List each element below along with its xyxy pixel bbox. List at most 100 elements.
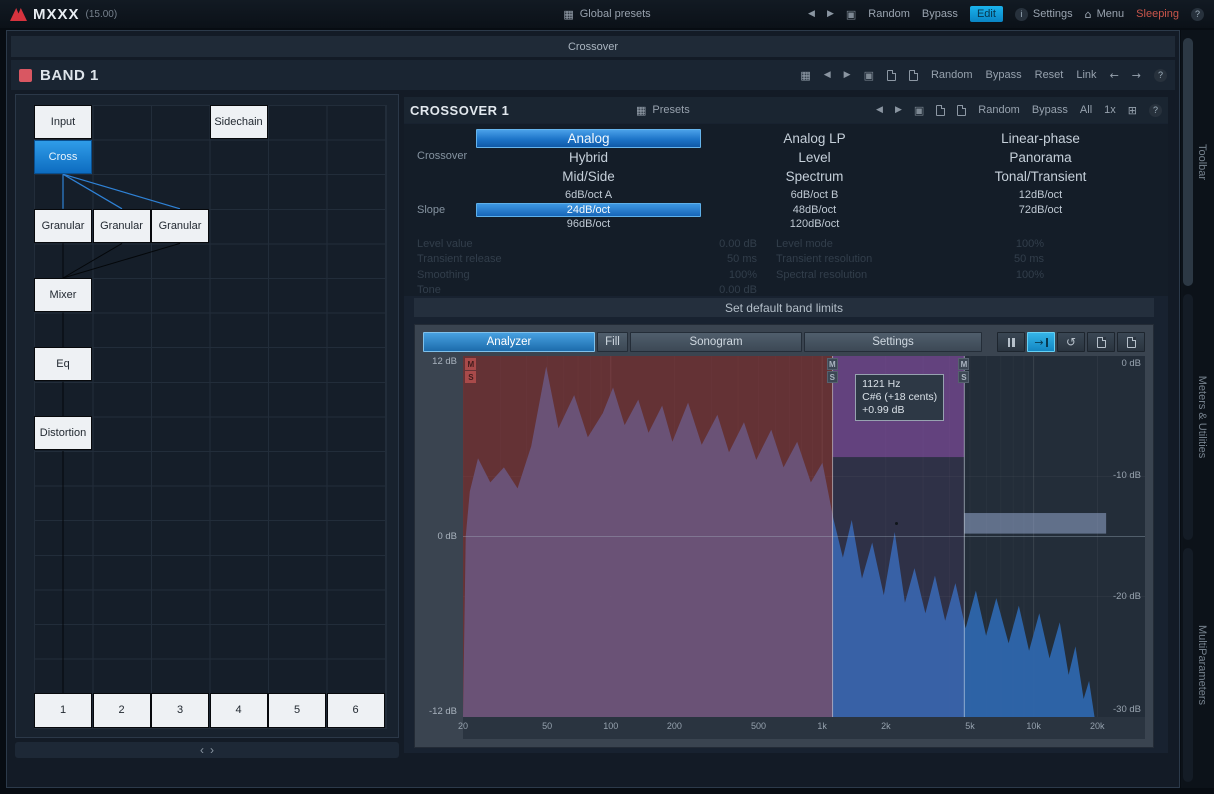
rail-tab-toolbar[interactable]: Toolbar (1181, 36, 1214, 288)
grid-icon: ▦ (636, 104, 646, 117)
rail-tab-multiparameters[interactable]: MultiParameters (1181, 546, 1214, 784)
set-default-band-limits-button[interactable]: Set default band limits (414, 298, 1154, 317)
band-slot-2[interactable]: 2 (93, 693, 151, 728)
band-next-preset-button[interactable]: ▶ (844, 70, 851, 80)
scroll-right-icon[interactable]: › (210, 743, 214, 757)
disabled-params-left: Level value 0.00 dB Transient release 50… (417, 236, 757, 298)
node-granular-1[interactable]: Granular (34, 209, 92, 243)
crossover-type-spectrum[interactable]: Spectrum (700, 167, 929, 186)
xo-help-button[interactable]: ? (1149, 104, 1162, 117)
node-distortion[interactable]: Distortion (34, 416, 92, 450)
band-link-button[interactable]: Link (1076, 69, 1096, 81)
menu-button[interactable]: ⌂ Menu (1085, 8, 1125, 21)
pause-button[interactable] (997, 332, 1025, 352)
reset-analysis-button[interactable]: ↺ (1057, 332, 1085, 352)
x-tick-label: 500 (751, 721, 766, 731)
band-slot-3[interactable]: 3 (151, 693, 209, 728)
band-presets-grid-icon[interactable]: ▦ (800, 69, 810, 82)
crossover-type-hybrid[interactable]: Hybrid (474, 148, 703, 167)
band-bypass-button[interactable]: Bypass (986, 69, 1022, 81)
slope-12[interactable]: 12dB/oct (926, 188, 1155, 203)
xo-all-button[interactable]: All (1080, 104, 1092, 116)
slope-6a[interactable]: 6dB/oct A (474, 188, 703, 203)
node-cross[interactable]: Cross (34, 140, 92, 174)
xo-next-preset-button[interactable]: ▶ (895, 105, 902, 115)
scroll-left-icon[interactable]: ‹ (200, 743, 204, 757)
band-ab-compare-icon[interactable]: ▣ (864, 69, 874, 82)
band-slot-5[interactable]: 5 (268, 693, 326, 728)
rail-scrollbar[interactable] (1183, 548, 1193, 782)
xo-prev-preset-button[interactable]: ◀ (876, 105, 883, 115)
ab-compare-icon[interactable]: ▣ (846, 8, 856, 21)
slope-6b[interactable]: 6dB/oct B (700, 188, 929, 203)
spectrum-plot[interactable]: 0 dB -10 dB -20 dB -30 dB MSMSMS 1121 Hz… (463, 356, 1145, 717)
routing-grid[interactable]: Input Sidechain Cross Granular Granular … (34, 105, 387, 729)
crossover-strip[interactable]: Crossover (11, 36, 1175, 57)
redo-button[interactable]: → (1132, 69, 1141, 82)
crossover-type-midside[interactable]: Mid/Side (474, 167, 703, 186)
band-slot-1[interactable]: 1 (34, 693, 92, 728)
crossover-type-analog[interactable]: Analog (476, 129, 701, 148)
band-reset-button[interactable]: Reset (1035, 69, 1064, 81)
crossover-presets-button[interactable]: ▦ Presets (636, 104, 690, 117)
grid-icon: ▦ (563, 8, 573, 21)
param-smoothing: Smoothing 100% (417, 267, 757, 283)
rail-scrollbar[interactable] (1183, 38, 1193, 286)
crossover-type-level[interactable]: Level (700, 148, 929, 167)
rail-tab-meters-utilities[interactable]: Meters & Utilities (1181, 292, 1214, 542)
slope-24[interactable]: 24dB/oct (476, 203, 701, 218)
slope-120[interactable]: 120dB/oct (700, 217, 929, 232)
bypass-button[interactable]: Bypass (922, 8, 958, 20)
detach-icon[interactable]: ⊞ (1128, 104, 1137, 117)
prev-preset-button[interactable]: ◀ (808, 9, 815, 19)
node-mixer[interactable]: Mixer (34, 278, 92, 312)
settings-button[interactable]: i Settings (1015, 8, 1073, 21)
band-copy-icon[interactable] (887, 70, 896, 81)
global-presets-button[interactable]: ▦ Global presets (563, 8, 650, 21)
band-slot-6[interactable]: 6 (327, 693, 385, 728)
help-button[interactable]: ? (1191, 8, 1204, 21)
xo-random-button[interactable]: Random (978, 104, 1020, 116)
node-eq[interactable]: Eq (34, 347, 92, 381)
rail-scrollbar[interactable] (1183, 294, 1193, 540)
xo-ab-compare-icon[interactable]: ▣ (914, 104, 924, 117)
routing-scrollbar[interactable]: ‹ › (15, 742, 399, 758)
xo-multiplier-button[interactable]: 1x (1104, 104, 1116, 116)
xo-copy-icon[interactable] (936, 105, 945, 116)
x-tick-label: 2k (881, 721, 891, 731)
tab-settings[interactable]: Settings (804, 332, 982, 352)
slope-48[interactable]: 48dB/oct (700, 203, 929, 218)
band-random-button[interactable]: Random (931, 69, 973, 81)
band-help-button[interactable]: ? (1154, 69, 1167, 82)
tab-sonogram[interactable]: Sonogram (630, 332, 802, 352)
edit-button[interactable]: Edit (970, 6, 1003, 22)
next-preset-button[interactable]: ▶ (827, 9, 834, 19)
random-button[interactable]: Random (868, 8, 910, 20)
tab-analyzer[interactable]: Analyzer (423, 332, 595, 352)
node-granular-2[interactable]: Granular (93, 209, 151, 243)
node-granular-3[interactable]: Granular (151, 209, 209, 243)
undo-button[interactable]: ← (1110, 69, 1119, 82)
crossover-type-linear-phase[interactable]: Linear-phase (926, 129, 1155, 148)
tab-fill[interactable]: Fill (597, 332, 628, 352)
band-slot-4[interactable]: 4 (210, 693, 268, 728)
x-axis: 20501002005001k2k5k10k20k (463, 717, 1145, 739)
sleeping-status[interactable]: Sleeping (1136, 8, 1179, 20)
xo-paste-icon[interactable] (957, 105, 966, 116)
band-color-swatch[interactable] (19, 69, 32, 82)
x-tick-label: 50 (542, 721, 552, 731)
crossover-type-panorama[interactable]: Panorama (926, 148, 1155, 167)
node-sidechain[interactable]: Sidechain (210, 105, 268, 139)
paste-analysis-button[interactable] (1117, 332, 1145, 352)
slope-72[interactable]: 72dB/oct (926, 203, 1155, 218)
slope-96[interactable]: 96dB/oct (474, 217, 703, 232)
copy-analysis-button[interactable] (1087, 332, 1115, 352)
crossover-type-analog-lp[interactable]: Analog LP (700, 129, 929, 148)
xo-bypass-button[interactable]: Bypass (1032, 104, 1068, 116)
x-tick-label: 20 (458, 721, 468, 731)
normalize-button[interactable]: → (1027, 332, 1055, 352)
band-prev-preset-button[interactable]: ◀ (824, 70, 831, 80)
crossover-type-tonal-transient[interactable]: Tonal/Transient (926, 167, 1155, 186)
node-input[interactable]: Input (34, 105, 92, 139)
band-paste-icon[interactable] (909, 70, 918, 81)
